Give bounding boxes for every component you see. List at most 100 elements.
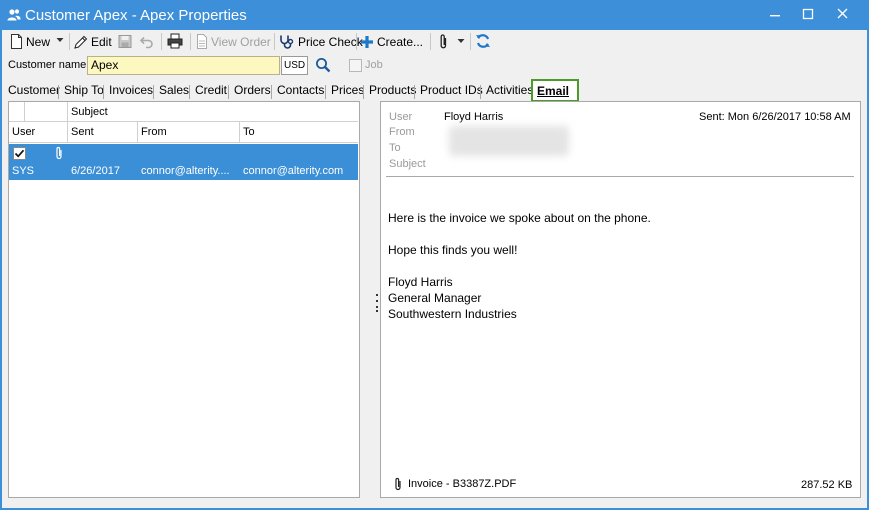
tab-customer[interactable]: Customer <box>3 83 61 100</box>
create-label: Create... <box>377 34 424 49</box>
tab-strip: Customer Ship To Invoices Sales Credit O… <box>2 79 867 102</box>
user-label: User <box>389 111 413 123</box>
toolbar-separator <box>69 33 70 50</box>
table-row[interactable]: SYS 6/26/2017 connor@alterity.... connor… <box>9 144 358 180</box>
tab-label: Activities <box>486 83 534 97</box>
tab-product-ids[interactable]: Product IDs <box>415 83 483 100</box>
edit-label: Edit <box>91 34 112 49</box>
tab-email[interactable]: Email <box>531 79 579 102</box>
currency-field[interactable]: USD <box>281 56 308 75</box>
tab-products[interactable]: Products <box>364 83 417 100</box>
customer-name-label: Customer name <box>8 59 87 71</box>
subject-label: Subject <box>389 158 426 170</box>
attachment-link[interactable]: Invoice - B3387Z.PDF <box>408 478 516 490</box>
search-icon[interactable] <box>315 57 331 73</box>
refresh-icon[interactable] <box>475 33 491 49</box>
tab-label: Contacts <box>277 83 325 97</box>
attachment-icon <box>56 146 62 160</box>
toolbar-separator <box>274 33 275 50</box>
new-document-icon <box>11 34 22 49</box>
toolbar: New Edit View Order Price Check Create..… <box>2 30 867 53</box>
sender-name: Floyd Harris <box>444 111 504 123</box>
customer-name-field[interactable]: Apex <box>87 56 280 75</box>
tab-label: Ship To <box>64 83 104 97</box>
email-body-line: Hope this finds you well! <box>388 243 518 257</box>
grid-header-row: User Sent From To <box>9 122 358 143</box>
user-column-header[interactable]: User <box>9 122 68 142</box>
tab-label: Invoices <box>109 83 154 97</box>
toolbar-separator <box>190 33 191 50</box>
window-title: Customer Apex - Apex Properties <box>25 7 247 24</box>
maximize-icon[interactable] <box>793 2 823 26</box>
row-user: SYS <box>12 165 35 177</box>
title-bar[interactable]: Customer Apex - Apex Properties <box>0 0 869 30</box>
view-order-button[interactable]: View Order <box>196 32 271 51</box>
tab-label: Sales <box>159 83 190 97</box>
sent-column-header[interactable]: Sent <box>68 122 138 142</box>
grid-header-cell <box>9 102 25 121</box>
tab-credit[interactable]: Credit <box>190 83 229 100</box>
redacted-address-area <box>449 126 569 156</box>
email-body-line: General Manager <box>388 291 482 305</box>
from-column-header[interactable]: From <box>138 122 240 142</box>
check-icon <box>14 149 25 158</box>
row-sent: 6/26/2017 <box>71 165 120 177</box>
splitter-handle[interactable] <box>375 293 379 313</box>
tab-activities[interactable]: Activities <box>481 83 534 100</box>
row-checkbox[interactable] <box>13 147 26 160</box>
row-to: connor@alterity.com <box>243 165 344 177</box>
price-check-button[interactable]: Price Check <box>279 32 363 51</box>
minimize-icon[interactable] <box>760 2 790 26</box>
print-icon[interactable] <box>167 33 183 49</box>
attachment-icon <box>395 477 401 491</box>
email-body-line: Southwestern Industries <box>388 307 517 321</box>
new-button[interactable]: New <box>10 32 50 51</box>
header-divider <box>386 176 854 177</box>
email-body-line: Here is the invoice we spoke about on th… <box>388 211 651 225</box>
sent-timestamp: Sent: Mon 6/26/2017 10:58 AM <box>699 111 851 123</box>
vertical-scrollbar[interactable] <box>359 102 360 498</box>
tab-ship-to[interactable]: Ship To <box>59 83 104 100</box>
tab-contacts[interactable]: Contacts <box>272 83 326 100</box>
create-button[interactable]: Create... <box>360 32 423 51</box>
undo-icon[interactable] <box>140 34 154 49</box>
close-icon[interactable] <box>828 2 858 26</box>
email-list-panel: Subject User Sent From To SYS 6/26/2017 <box>8 101 360 498</box>
tab-label: Prices <box>331 83 365 97</box>
users-icon <box>7 9 21 21</box>
tab-label: Email <box>537 84 570 98</box>
customer-window: Customer Apex - Apex Properties New Edit… <box>0 0 869 510</box>
tab-label: Credit <box>195 83 228 97</box>
to-column-header[interactable]: To <box>240 122 359 142</box>
window-client: New Edit View Order Price Check Create..… <box>2 30 867 508</box>
toolbar-separator <box>470 33 471 50</box>
toolbar-separator <box>356 33 357 50</box>
job-label: Job <box>365 59 383 71</box>
tab-label: Product IDs <box>420 83 483 97</box>
edit-button[interactable]: Edit <box>74 32 112 51</box>
tab-prices[interactable]: Prices <box>326 83 364 100</box>
new-dropdown-icon[interactable] <box>56 37 64 43</box>
row-from: connor@alterity.... <box>141 165 230 177</box>
tab-label: Orders <box>234 83 271 97</box>
price-check-label: Price Check <box>298 34 363 49</box>
paperclip-icon[interactable] <box>439 33 448 50</box>
email-body-line: Floyd Harris <box>388 275 453 289</box>
plus-icon <box>361 35 373 48</box>
toolbar-separator <box>430 33 431 50</box>
tab-label: Products <box>369 83 417 97</box>
stethoscope-icon <box>280 35 294 49</box>
tab-label: Customer <box>8 83 61 97</box>
tab-sales[interactable]: Sales <box>154 83 190 100</box>
grid-header-cell <box>25 102 68 121</box>
save-icon[interactable] <box>118 34 132 49</box>
subject-column-header[interactable]: Subject <box>68 102 359 121</box>
from-label: From <box>389 126 415 138</box>
job-checkbox[interactable] <box>349 59 362 72</box>
new-label: New <box>26 34 51 49</box>
grid-header-row: Subject <box>9 102 358 122</box>
tab-orders[interactable]: Orders <box>229 83 272 100</box>
attachment-size: 287.52 KB <box>801 479 853 491</box>
tab-invoices[interactable]: Invoices <box>104 83 154 100</box>
attach-dropdown-icon[interactable] <box>457 38 465 44</box>
